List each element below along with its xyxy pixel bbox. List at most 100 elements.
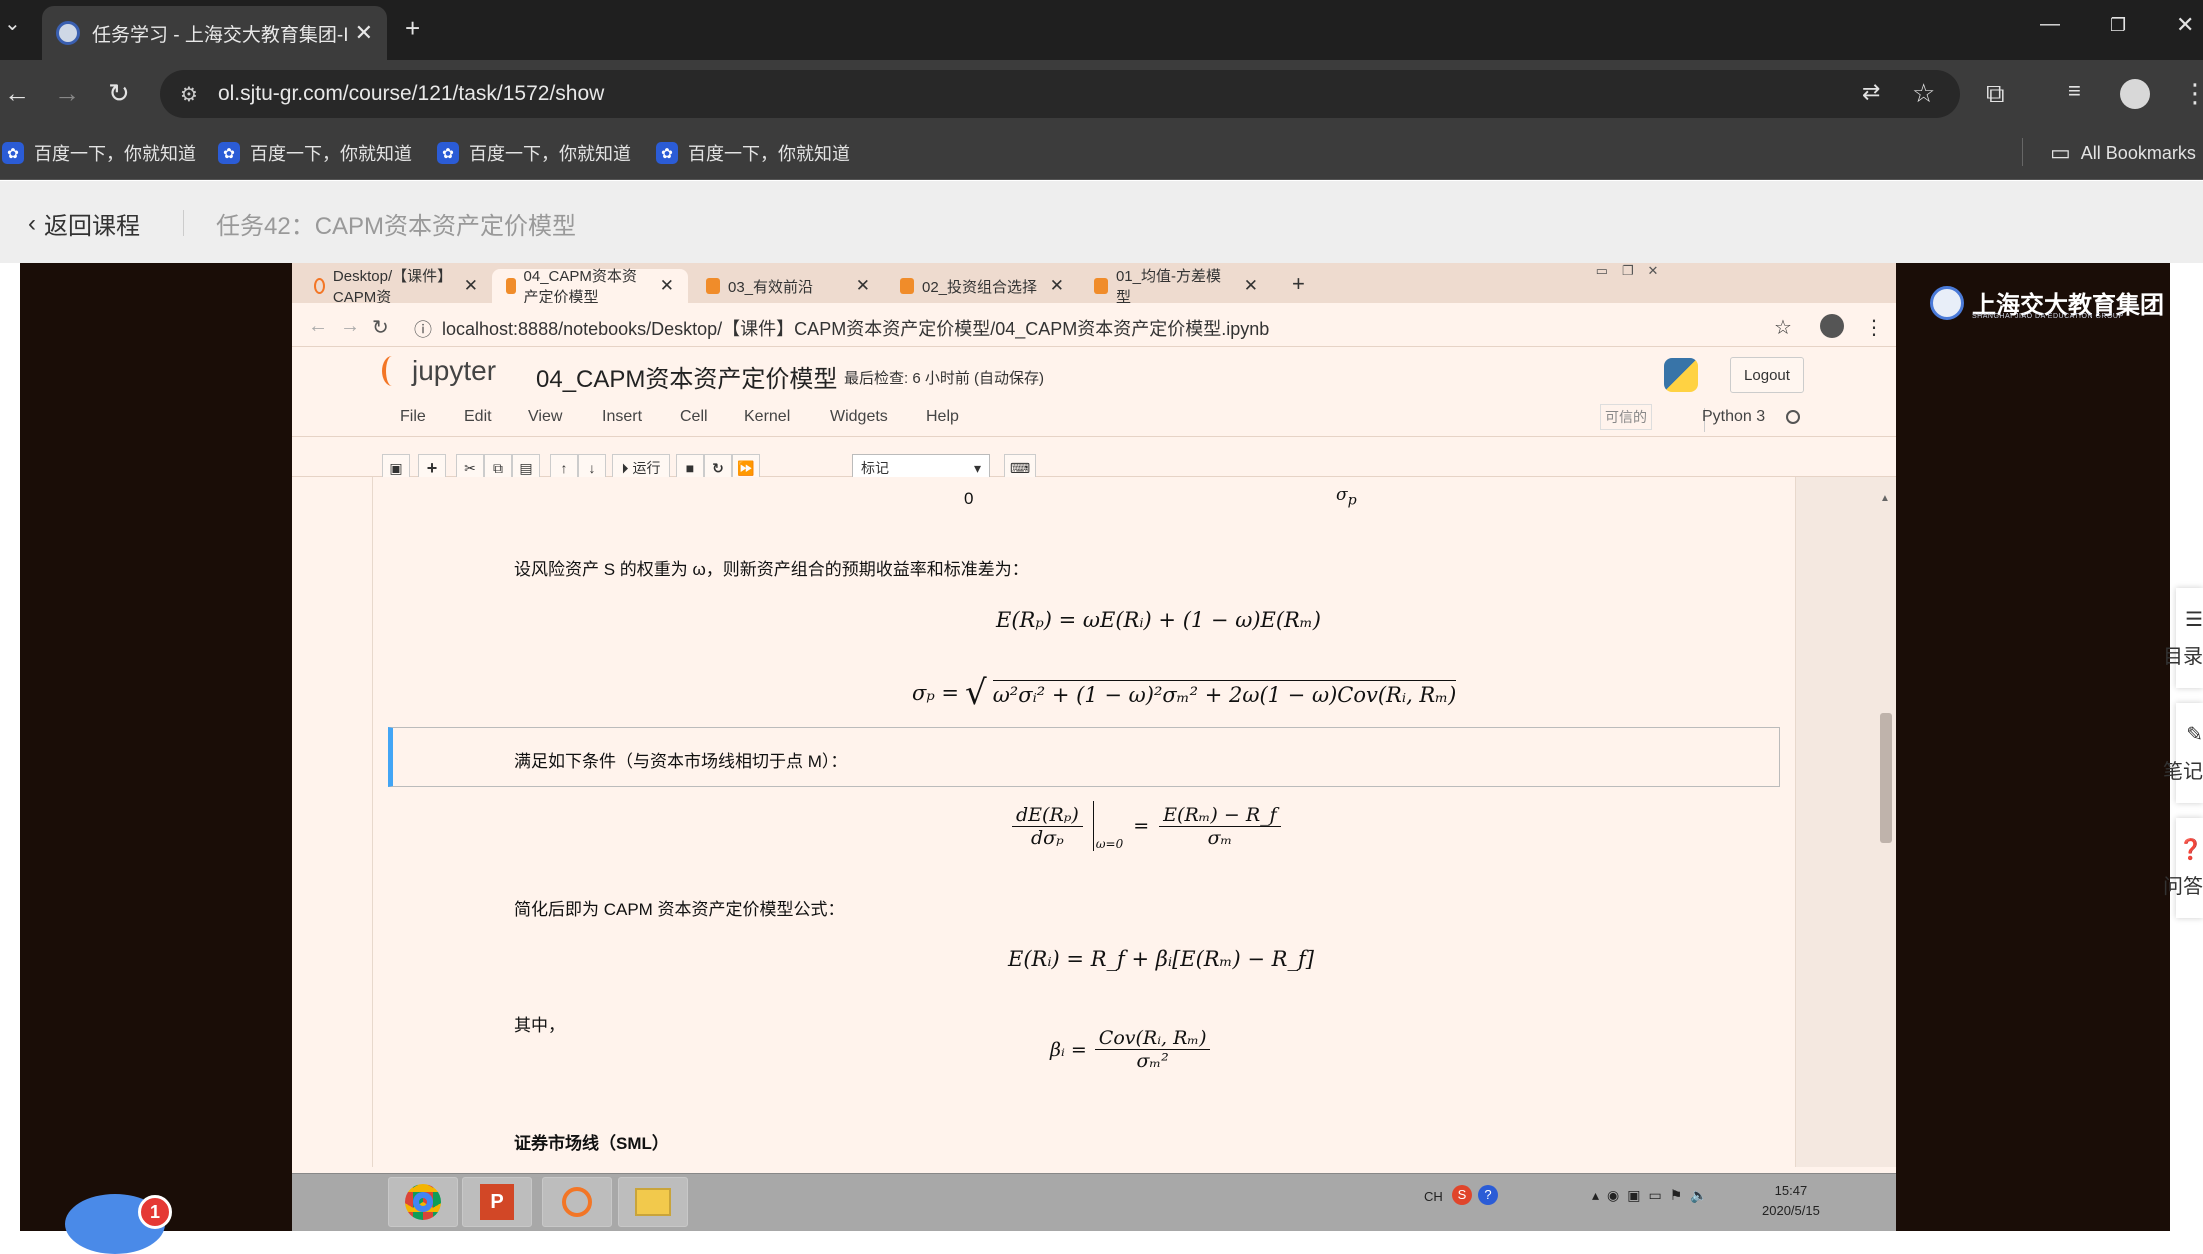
inner-tab[interactable]: 01_均值-方差模型 ✕: [1080, 268, 1272, 306]
translate-icon[interactable]: ⇄: [1862, 81, 1880, 103]
inner-tab[interactable]: Desktop/【课件】CAPM资 ✕: [300, 268, 492, 306]
logout-button[interactable]: Logout: [1730, 357, 1804, 393]
reload-icon[interactable]: ↻: [108, 80, 130, 106]
close-tab-icon[interactable]: ✕: [1050, 276, 1064, 296]
back-label: 返回课程: [44, 213, 140, 240]
menu-edit[interactable]: Edit: [464, 408, 492, 426]
jupyter-logo[interactable]: jupyter: [382, 355, 496, 387]
bookmark-item[interactable]: ✿ 百度一下，你就知道: [2, 126, 196, 180]
close-tab-icon[interactable]: ✕: [464, 276, 478, 296]
account-icon[interactable]: [1820, 314, 1844, 338]
minimize-icon[interactable]: ▭: [1596, 263, 1608, 283]
menu-kernel[interactable]: Kernel: [744, 408, 790, 426]
notebook-favicon-icon: [706, 278, 720, 294]
beta-den: σₘ²: [1136, 1050, 1169, 1072]
close-window-icon[interactable]: ✕: [2176, 14, 2194, 36]
bookmark-label: 百度一下，你就知道: [250, 144, 412, 164]
restore-icon[interactable]: ❐: [2110, 16, 2126, 34]
notes-button[interactable]: ✎ 笔记: [2163, 703, 2203, 803]
baidu-paw-icon: ✿: [2, 142, 24, 164]
inner-new-tab-icon[interactable]: +: [1292, 271, 1305, 297]
bookmark-item[interactable]: ✿ 百度一下，你就知道: [656, 126, 850, 180]
reload-icon[interactable]: ↻: [372, 315, 389, 340]
back-arrow-icon[interactable]: ←: [4, 80, 30, 106]
inner-window-controls[interactable]: ▭ ❐ ✕: [1572, 263, 1682, 283]
explorer-taskbar-icon[interactable]: [618, 1177, 688, 1227]
text-where: 其中，: [514, 1016, 565, 1035]
inner-url[interactable]: localhost:8888/notebooks/Desktop/【课件】CAP…: [442, 315, 1269, 341]
baidu-paw-icon: ✿: [218, 142, 240, 164]
menu-insert[interactable]: Insert: [602, 408, 642, 426]
eval-bar: ω=0: [1092, 801, 1123, 851]
forward-arrow-icon[interactable]: →: [340, 315, 360, 338]
close-tab-icon[interactable]: ✕: [355, 20, 373, 46]
all-bookmarks[interactable]: ▭ All Bookmarks: [2050, 126, 2196, 180]
tab-title: 任务学习 - 上海交大教育集团-I: [92, 24, 347, 46]
bookmark-star-icon[interactable]: ☆: [1912, 80, 1935, 106]
equation-beta: βᵢ = Cov(Rᵢ, Rₘ) σₘ²: [1050, 1027, 1211, 1072]
list-icon: ☰: [2185, 609, 2203, 631]
heading-sml: 证券市场线（SML）: [514, 1134, 669, 1153]
minimize-icon[interactable]: —: [2040, 14, 2060, 34]
beta-lhs: βᵢ =: [1050, 1038, 1087, 1061]
bookmark-label: 百度一下，你就知道: [469, 144, 631, 164]
help-icon[interactable]: ?: [1478, 1185, 1498, 1205]
jupyter-taskbar-icon[interactable]: [542, 1177, 612, 1227]
jupyter-brand: jupyter: [412, 355, 497, 386]
run-icon: ⏵: [621, 459, 629, 476]
inner-tab[interactable]: 03_有效前沿 ✕: [692, 269, 884, 303]
close-tab-icon[interactable]: ✕: [856, 276, 870, 296]
close-tab-icon[interactable]: ✕: [1244, 276, 1258, 296]
extensions-icon[interactable]: ⧉: [1986, 80, 2005, 106]
menu-file[interactable]: File: [400, 408, 426, 426]
powerpoint-taskbar-icon[interactable]: P: [462, 1177, 532, 1227]
system-clock[interactable]: 15:47 2020/5/15: [1762, 1181, 1820, 1221]
new-tab-icon[interactable]: +: [405, 15, 420, 41]
ime-icon[interactable]: S: [1452, 1185, 1472, 1205]
bookmark-item[interactable]: ✿ 百度一下，你就知道: [218, 126, 412, 180]
profile-avatar[interactable]: [2120, 79, 2150, 109]
menu-kebab-icon[interactable]: ⋮: [2182, 80, 2203, 106]
tab-search-icon[interactable]: ⌄: [4, 14, 21, 34]
jupyter-header: [292, 347, 1896, 401]
inner-tab[interactable]: 02_投资组合选择 ✕: [886, 269, 1078, 303]
header-divider: [183, 210, 184, 236]
back-arrow-icon[interactable]: ←: [308, 315, 328, 338]
media-icon[interactable]: ≡: [2068, 80, 2081, 102]
clock-time: 15:47: [1774, 1183, 1808, 1198]
notebook-name[interactable]: 04_CAPM资本资产定价模型: [536, 359, 837, 394]
bookmark-item[interactable]: ✿ 百度一下，你就知道: [437, 126, 631, 180]
menu-widgets[interactable]: Widgets: [830, 408, 888, 426]
chrome-taskbar-icon[interactable]: [388, 1177, 458, 1227]
inner-tab-label: 03_有效前沿: [728, 278, 814, 296]
eq2-lhs: σₚ =: [912, 681, 960, 705]
task-title: 任务42：CAPM资本资产定价模型: [216, 213, 577, 240]
trusted-badge[interactable]: 可信的: [1600, 404, 1652, 430]
menu-cell[interactable]: Cell: [680, 408, 708, 426]
site-info-icon[interactable]: ⚙: [180, 82, 198, 107]
forward-arrow-icon[interactable]: →: [54, 80, 80, 106]
plot-axis-zero: 0: [964, 489, 974, 508]
bookmark-star-icon[interactable]: ☆: [1774, 315, 1792, 340]
restore-icon[interactable]: ❐: [1622, 263, 1634, 283]
qa-button[interactable]: ❓ 问答: [2163, 818, 2203, 918]
bookmark-label: 百度一下，你就知道: [688, 144, 850, 164]
baidu-paw-icon: ✿: [656, 142, 678, 164]
menu-view[interactable]: View: [528, 408, 562, 426]
back-to-course-link[interactable]: ‹ 返回课程: [28, 206, 140, 241]
scrollbar-thumb[interactable]: [1880, 713, 1892, 843]
inner-tab-label: 04_CAPM资本资产定价模型: [523, 268, 637, 306]
toc-button[interactable]: ☰ 目录: [2163, 588, 2203, 688]
inner-tab-active[interactable]: 04_CAPM资本资产定价模型 ✕: [492, 268, 688, 306]
baidu-paw-icon: ✿: [437, 142, 459, 164]
tray-icons[interactable]: ▴◉▣▭⚑🔈: [1592, 1187, 1716, 1204]
close-tab-icon[interactable]: ✕: [660, 276, 674, 296]
close-window-icon[interactable]: ✕: [1648, 263, 1659, 283]
menu-help[interactable]: Help: [926, 408, 959, 426]
scroll-up-icon[interactable]: ▲: [1880, 493, 1890, 504]
address-bar[interactable]: ⚙ ol.sjtu-gr.com/course/121/task/1572/sh…: [160, 70, 1960, 118]
equation-tangent-derivative: dE(Rₚ) dσₚ ω=0 = E(Rₘ) − R_f σₘ: [1012, 801, 1281, 851]
menu-kebab-icon[interactable]: ⋮: [1864, 315, 1884, 340]
input-language[interactable]: CH: [1424, 1189, 1443, 1204]
browser-tab-active[interactable]: 任务学习 - 上海交大教育集团-I ✕: [42, 6, 387, 60]
